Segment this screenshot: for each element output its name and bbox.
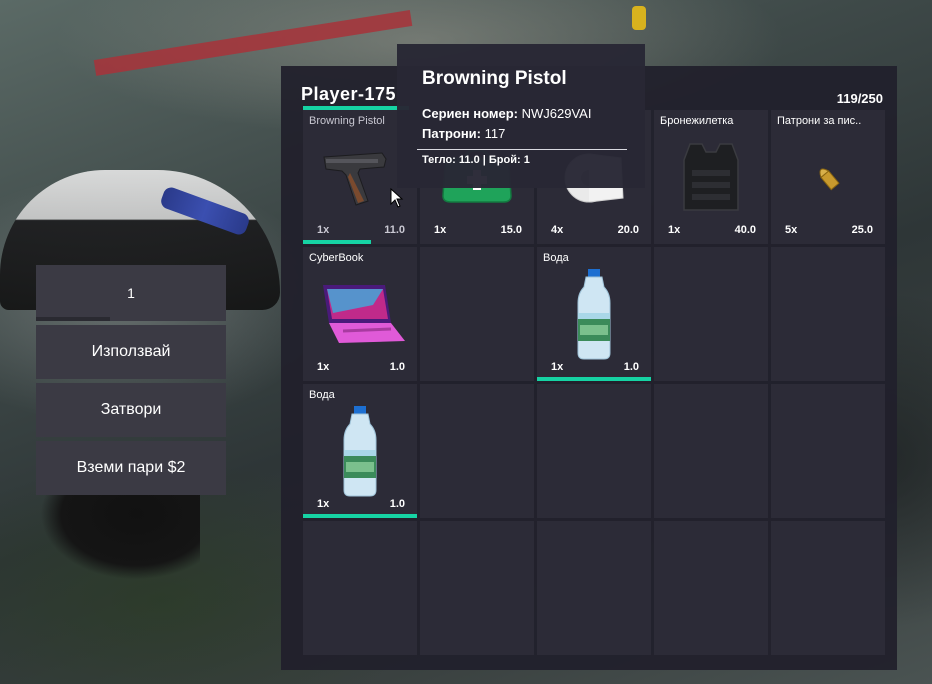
quantity-bar (36, 317, 110, 321)
inventory-slot[interactable]: CyberBook 1x 1.0 (303, 247, 417, 381)
slot-item-weight: 20.0 (617, 224, 639, 236)
slot-item-weight: 1.0 (389, 498, 405, 510)
inventory-title: Player-175 (301, 84, 397, 104)
slot-item-count: 1x (434, 224, 447, 236)
slot-item-count: 4x (551, 224, 564, 236)
slot-item-count: 1x (551, 361, 564, 373)
inventory-slot[interactable] (537, 384, 651, 518)
inventory-slot[interactable] (420, 521, 534, 655)
inventory-slot[interactable] (303, 521, 417, 655)
slot-item-count: 1x (317, 224, 330, 236)
slot-item-count: 1x (668, 224, 681, 236)
bullet-icon (771, 134, 885, 222)
slot-item-name: Патрони за пис.. (777, 115, 862, 127)
slot-item-weight: 1.0 (623, 361, 639, 373)
laptop-icon (303, 271, 417, 359)
inventory-slot[interactable]: Вода 1x 1.0 (303, 384, 417, 518)
inventory-slot[interactable] (771, 521, 885, 655)
slot-item-weight: 40.0 (734, 224, 756, 236)
slot-durability-bar (303, 514, 417, 518)
quantity-value: 1 (127, 285, 135, 301)
inventory-slot[interactable]: Бронежилетка 1x 40.0 (654, 110, 768, 244)
tooltip-footer: Тегло: 11.0 | Брой: 1 (422, 154, 530, 166)
tooltip-divider (417, 149, 627, 150)
slot-durability-bar (303, 240, 372, 244)
inventory-slot[interactable] (537, 521, 651, 655)
slot-item-weight: 1.0 (389, 361, 405, 373)
slot-item-count: 5x (785, 224, 798, 236)
slot-item-name: Вода (309, 389, 335, 401)
body-armor-icon (654, 134, 768, 222)
inventory-slot[interactable] (654, 384, 768, 518)
slot-item-name: Вода (543, 252, 569, 264)
tooltip-serial-value: NWJ629VAI (521, 106, 592, 121)
take-money-button[interactable]: Вземи пари $2 (36, 441, 226, 495)
slot-item-name: Бронежилетка (660, 115, 734, 127)
inventory-slot[interactable] (771, 384, 885, 518)
water-bottle-icon (537, 269, 651, 360)
water-bottle-icon (303, 406, 417, 497)
close-button[interactable]: Затвори (36, 383, 226, 437)
inventory-slot[interactable] (420, 247, 534, 381)
slot-item-count: 1x (317, 361, 330, 373)
slot-item-weight: 11.0 (384, 224, 405, 236)
slot-durability-bar (537, 377, 651, 381)
inventory-slot[interactable] (771, 247, 885, 381)
fire-hydrant (632, 6, 646, 30)
quantity-input[interactable]: 1 (36, 265, 226, 321)
item-tooltip: Browning Pistol Сериен номер: NWJ629VAI … (397, 44, 645, 188)
tooltip-ammo-value: 117 (484, 126, 506, 141)
slot-item-weight: 25.0 (851, 224, 873, 236)
use-button[interactable]: Използвай (36, 325, 226, 379)
inventory-slot[interactable]: Патрони за пис.. 5x 25.0 (771, 110, 885, 244)
tooltip-serial: Сериен номер: NWJ629VAI (422, 106, 591, 121)
slot-item-name: Browning Pistol (309, 115, 385, 127)
inventory-slot[interactable]: Вода 1x 1.0 (537, 247, 651, 381)
item-action-menu: 1 Използвай Затвори Вземи пари $2 (36, 265, 226, 495)
tooltip-ammo: Патрони: 117 (422, 126, 505, 141)
inventory-slot[interactable] (654, 521, 768, 655)
inventory-slot[interactable] (654, 247, 768, 381)
mouse-cursor-icon (390, 188, 404, 208)
inventory-weight: 119/250 (836, 91, 883, 106)
slot-item-name: CyberBook (309, 252, 364, 264)
tooltip-title: Browning Pistol (422, 68, 567, 89)
tooltip-ammo-label: Патрони: (422, 126, 481, 141)
inventory-slot[interactable] (420, 384, 534, 518)
slot-item-weight: 15.0 (500, 224, 522, 236)
slot-item-count: 1x (317, 498, 330, 510)
tooltip-serial-label: Сериен номер: (422, 106, 518, 121)
